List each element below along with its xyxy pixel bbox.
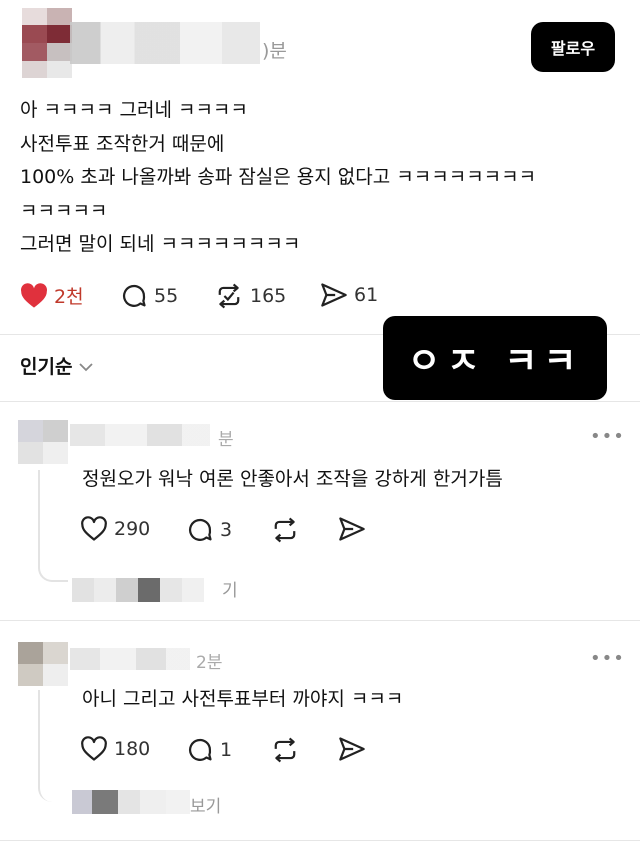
repost-count: 165 bbox=[250, 285, 287, 307]
comment-repost-button[interactable] bbox=[270, 516, 300, 544]
post-line: 그러면 말이 되네 ㅋㅋㅋㅋㅋㅋㅋㅋ bbox=[20, 233, 301, 255]
comment-reply-count: 1 bbox=[220, 739, 233, 761]
comment-author-blurred[interactable] bbox=[70, 424, 210, 446]
repost-icon bbox=[214, 282, 244, 310]
author-name-blurred[interactable] bbox=[70, 22, 260, 64]
comment-timestamp: 2분 bbox=[196, 653, 223, 673]
comment-count: 55 bbox=[154, 285, 179, 307]
divider bbox=[0, 620, 640, 621]
more-dots-icon[interactable]: ••• bbox=[590, 648, 625, 669]
repost-button[interactable]: 165 bbox=[214, 282, 286, 310]
repost-icon bbox=[270, 736, 300, 764]
reply-thread-line bbox=[38, 470, 68, 582]
divider bbox=[0, 401, 640, 402]
comment-like-count: 180 bbox=[114, 738, 151, 760]
comment-bubble-icon bbox=[186, 736, 214, 764]
sort-label: 인기순 bbox=[20, 356, 73, 378]
heart-icon bbox=[80, 736, 108, 762]
share-send-icon bbox=[338, 516, 366, 542]
post-line: 100% 초과 나올까봐 송파 잠실은 용지 없다고 ㅋㅋㅋㅋㅋㅋㅋㅋ bbox=[20, 166, 537, 188]
post-line: ㅋㅋㅋㅋㅋ bbox=[20, 199, 108, 222]
comment-button[interactable]: 55 bbox=[120, 282, 178, 310]
comment-text: 아니 그리고 사전투표부터 까야지 ㅋㅋㅋ bbox=[82, 688, 404, 710]
comment-text: 정원오가 워낙 여론 안좋아서 조작을 강하게 한거가틈 bbox=[82, 468, 503, 490]
comment-like-count: 290 bbox=[114, 518, 151, 540]
comment-avatar[interactable] bbox=[18, 642, 68, 686]
comment-reply-button[interactable]: 1 bbox=[186, 736, 232, 764]
comment-share-button[interactable] bbox=[338, 736, 366, 762]
divider bbox=[0, 840, 640, 841]
like-count: 2천 bbox=[54, 286, 84, 308]
comment-like-button[interactable]: 180 bbox=[80, 736, 150, 762]
comment-reply-count: 3 bbox=[220, 519, 233, 541]
view-replies-link[interactable]: 기 bbox=[222, 576, 238, 601]
reply-avatars-blurred[interactable] bbox=[72, 790, 190, 814]
comment-like-button[interactable]: 290 bbox=[80, 516, 150, 542]
author-avatar[interactable] bbox=[22, 8, 72, 78]
heart-icon bbox=[80, 516, 108, 542]
comment-reply-button[interactable]: 3 bbox=[186, 516, 232, 544]
share-send-icon bbox=[338, 736, 366, 762]
reply-thread-line bbox=[38, 690, 68, 802]
view-replies-link[interactable]: 보기 bbox=[190, 792, 221, 817]
comment-author-blurred[interactable] bbox=[70, 648, 190, 670]
chevron-down-icon bbox=[72, 355, 94, 377]
post-line: 아 ㅋㅋㅋㅋ 그러네 ㅋㅋㅋㅋ bbox=[20, 99, 248, 121]
repost-icon bbox=[270, 516, 300, 544]
heart-icon bbox=[20, 282, 48, 309]
sort-dropdown[interactable]: 인기순 bbox=[20, 352, 94, 379]
like-button[interactable]: 2천 bbox=[20, 282, 84, 309]
comment-share-button[interactable] bbox=[338, 516, 366, 542]
comment-bubble-icon bbox=[120, 282, 148, 310]
caption-overlay: ㅇㅈ ㅋㅋ bbox=[383, 316, 607, 400]
reply-avatars-blurred[interactable] bbox=[72, 578, 222, 602]
post-line: 사전투표 조작한거 때문에 bbox=[20, 132, 225, 155]
comment-timestamp: 분 bbox=[218, 430, 234, 450]
post-timestamp: )분 bbox=[262, 40, 287, 62]
more-dots-icon[interactable]: ••• bbox=[590, 426, 625, 447]
post-body: 아 ㅋㅋㅋㅋ 그러네 ㅋㅋㅋㅋ 사전투표 조작한거 때문에 100% 초과 나올… bbox=[20, 94, 620, 262]
comment-bubble-icon bbox=[186, 516, 214, 544]
share-button[interactable]: 61 bbox=[320, 282, 378, 308]
share-send-icon bbox=[320, 282, 348, 308]
share-count: 61 bbox=[354, 284, 379, 306]
follow-button[interactable]: 팔로우 bbox=[531, 22, 615, 72]
comment-repost-button[interactable] bbox=[270, 736, 300, 764]
comment-avatar[interactable] bbox=[18, 420, 68, 464]
